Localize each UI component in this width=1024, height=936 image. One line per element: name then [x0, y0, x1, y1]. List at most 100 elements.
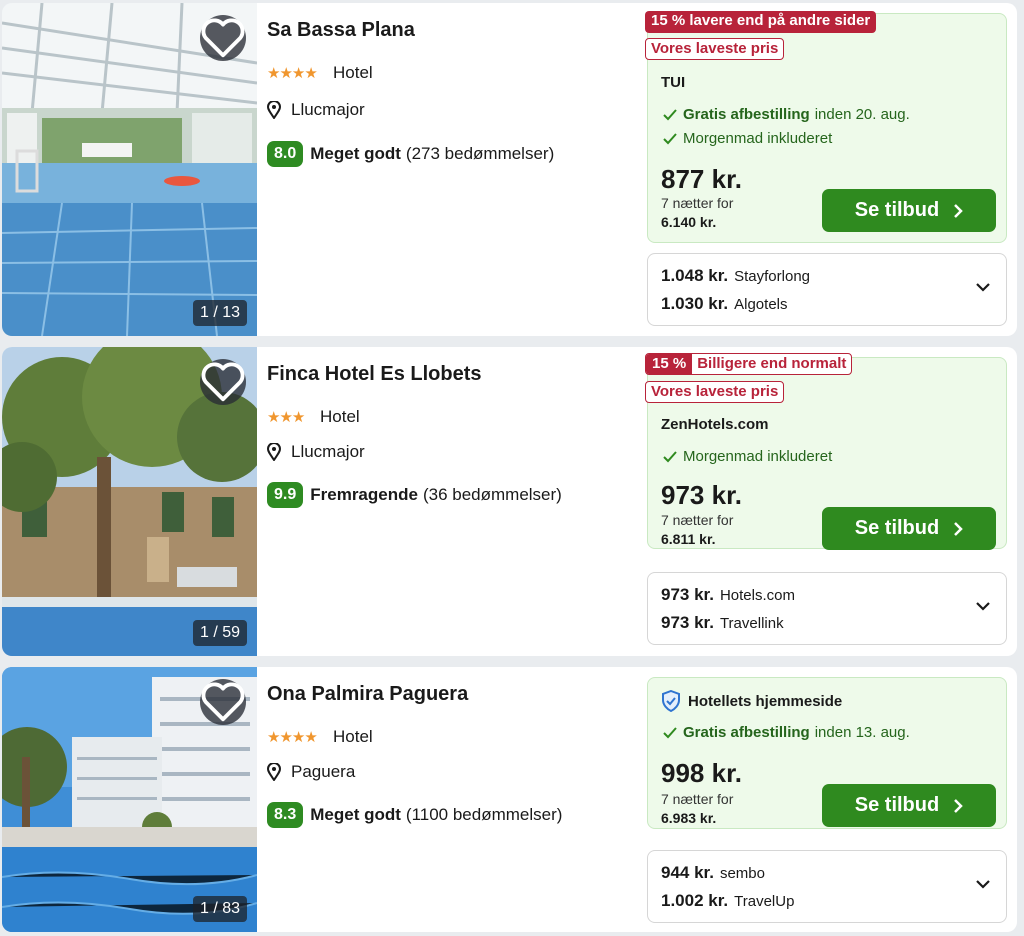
heart-icon [201, 362, 245, 402]
total-price: 7 nætter for 6.983 kr. [661, 790, 733, 828]
review-count: (36 bedømmelser) [422, 485, 562, 504]
hotel-name[interactable]: Ona Palmira Paguera [267, 683, 468, 706]
location-text: Llucmajor [291, 100, 365, 119]
hotel-name[interactable]: Sa Bassa Plana [267, 19, 415, 42]
alt-price: 944 kr. [661, 863, 714, 882]
see-offer-button[interactable]: Se tilbud [822, 784, 996, 827]
photo-counter: 1 / 59 [192, 620, 247, 646]
total-amount: 6.140 kr. [661, 214, 717, 230]
nightly-price: 973 kr. [661, 480, 742, 510]
other-offers[interactable]: 1.048 kr. Stayforlong 1.030 kr. Algotels [647, 253, 1007, 326]
total-price: 7 nætter for 6.140 kr. [661, 194, 733, 232]
cta-label: Se tilbud [854, 199, 940, 221]
alt-site: Hotels.com [719, 587, 795, 604]
shield-check-icon [662, 690, 680, 712]
lowest-price-badge: Vores laveste pris [645, 38, 785, 60]
review-score: 8.3 [267, 802, 304, 828]
alt-site: Algotels [734, 296, 788, 313]
offer-provider: Hotellets hjemmeside [661, 690, 842, 712]
cta-label: Se tilbud [854, 794, 940, 816]
photo-counter: 1 / 83 [192, 896, 247, 922]
alt-price: 973 kr. [661, 613, 714, 632]
perk-detail: inden 13. aug. [814, 724, 910, 741]
breakfast-included: Morgenmad inkluderet [663, 130, 832, 147]
offer-provider: ZenHotels.com [661, 416, 769, 433]
alt-price: 1.048 kr. [661, 266, 729, 285]
other-offers[interactable]: 973 kr. Hotels.com 973 kr. Travellink [647, 572, 1007, 645]
map-pin-icon [267, 443, 281, 461]
favorite-button[interactable] [200, 679, 246, 725]
favorite-button[interactable] [200, 15, 246, 61]
alt-offer: 1.048 kr. Stayforlong [661, 266, 810, 286]
free-cancellation: Gratis afbestilling inden 20. aug. [663, 106, 910, 123]
photo-counter: 1 / 13 [192, 300, 247, 326]
alt-site: TravelUp [734, 893, 795, 910]
heart-icon [201, 18, 245, 58]
chevron-down-icon[interactable] [976, 880, 990, 889]
perk-text: Morgenmad inkluderet [683, 130, 833, 147]
hotel-photo[interactable]: 1 / 59 [2, 347, 257, 656]
free-cancellation: Gratis afbestilling inden 13. aug. [663, 724, 910, 741]
hotel-card-1[interactable]: 1 / 13 Sa Bassa Plana ★★★★ Hotel Llucmaj… [2, 3, 1017, 336]
offer-provider: TUI [661, 74, 686, 91]
perk-detail: inden 20. aug. [814, 106, 910, 123]
location: Llucmajor [267, 442, 365, 462]
perk-title: Gratis afbestilling [683, 724, 810, 741]
rating-label: Meget godt [310, 144, 401, 163]
location-text: Llucmajor [291, 442, 365, 461]
star-rating: ★★★★ [267, 65, 318, 82]
chevron-right-icon [954, 798, 963, 813]
alt-offer: 1.030 kr. Algotels [661, 294, 788, 314]
rating-label: Meget godt [310, 805, 401, 824]
deal-percent: 15 % [646, 354, 693, 374]
deal-badge: 15 % Billigere end normalt [645, 353, 853, 375]
alt-offer: 1.002 kr. TravelUp [661, 891, 794, 911]
alt-offer: 944 kr. sembo [661, 863, 765, 883]
chevron-right-icon [954, 521, 963, 536]
alt-site: Stayforlong [734, 268, 811, 285]
see-offer-button[interactable]: Se tilbud [822, 507, 996, 550]
favorite-button[interactable] [200, 359, 246, 405]
hotel-name[interactable]: Finca Hotel Es Llobets [267, 363, 481, 386]
alt-offer: 973 kr. Hotels.com [661, 585, 795, 605]
review-summary: 9.9 Fremragende (36 bedømmelser) [267, 482, 562, 508]
alt-site: sembo [719, 865, 765, 882]
check-icon [663, 450, 677, 462]
hotel-type: Hotel [333, 727, 373, 746]
check-icon [663, 108, 677, 120]
alt-site: Travellink [719, 615, 784, 632]
alt-offer: 973 kr. Travellink [661, 613, 784, 633]
other-offers[interactable]: 944 kr. sembo 1.002 kr. TravelUp [647, 850, 1007, 923]
nightly-price: 877 kr. [661, 164, 742, 194]
chevron-down-icon[interactable] [976, 283, 990, 292]
cta-label: Se tilbud [854, 517, 940, 539]
review-summary: 8.0 Meget godt (273 bedømmelser) [267, 141, 554, 167]
alt-price: 1.002 kr. [661, 891, 729, 910]
review-count: (1100 bedømmelser) [405, 805, 563, 824]
map-pin-icon [267, 101, 281, 119]
alt-price: 973 kr. [661, 585, 714, 604]
heart-icon [201, 682, 245, 722]
location: Paguera [267, 762, 355, 782]
review-summary: 8.3 Meget godt (1100 bedømmelser) [267, 802, 562, 828]
review-score: 8.0 [267, 141, 304, 167]
chevron-right-icon [954, 203, 963, 218]
nights-label: 7 nætter for [661, 512, 734, 528]
hotel-photo[interactable]: 1 / 13 [2, 3, 257, 336]
nightly-price: 998 kr. [661, 758, 742, 788]
hotel-card-3[interactable]: 1 / 83 Ona Palmira Paguera ★★★★ Hotel Pa… [2, 667, 1017, 932]
hotel-photo[interactable]: 1 / 83 [2, 667, 257, 932]
chevron-down-icon[interactable] [976, 602, 990, 611]
perk-title: Gratis afbestilling [683, 106, 810, 123]
star-rating: ★★★ [267, 409, 305, 426]
check-icon [663, 132, 677, 144]
star-rating: ★★★★ [267, 729, 318, 746]
best-offer[interactable]: Hotellets hjemmeside Gratis afbestilling… [647, 677, 1007, 829]
total-price: 7 nætter for 6.811 kr. [661, 511, 733, 549]
see-offer-button[interactable]: Se tilbud [822, 189, 996, 232]
map-pin-icon [267, 763, 281, 781]
provider-name: Hotellets hjemmeside [688, 692, 843, 710]
nights-label: 7 nætter for [661, 791, 734, 807]
rating-label: Fremragende [310, 485, 418, 504]
hotel-card-2[interactable]: 1 / 59 Finca Hotel Es Llobets ★★★ Hotel … [2, 347, 1017, 656]
